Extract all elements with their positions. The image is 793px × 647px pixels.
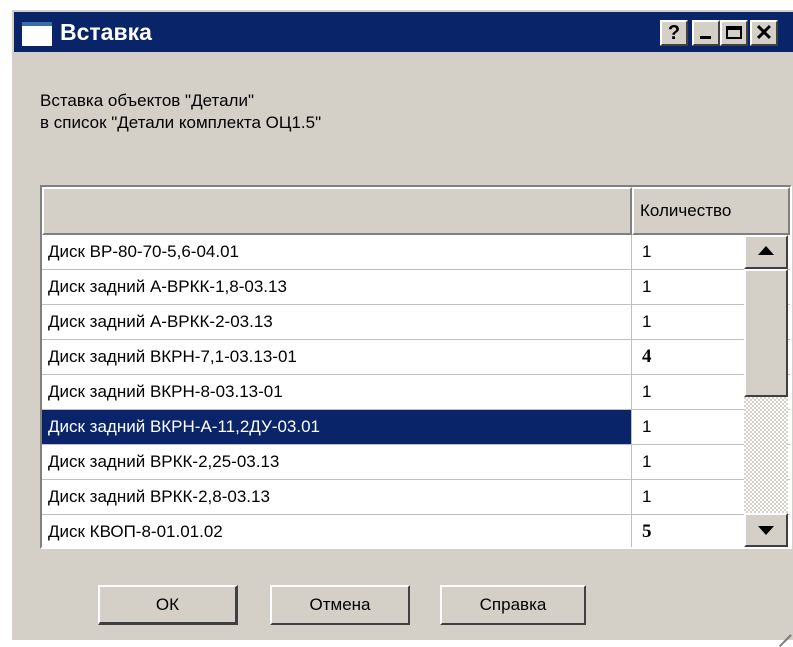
insert-dialog: Вставка ? ✕ Вставка объектов "Детали" в … [10,8,793,647]
list-row[interactable]: Диск задний ВКРН-8-03.13-01 1 [42,375,790,410]
row-name: Диск задний ВРКК-2,8-03.13 [42,480,632,514]
row-quantity[interactable]: 1 [632,235,742,269]
help-button[interactable]: Справка [440,585,586,625]
row-quantity[interactable]: 4 [632,340,742,374]
minimize-button[interactable] [692,20,720,46]
list-row[interactable]: Диск задний ВКРН-7,1-03.13-01 4 [42,340,790,375]
list-rows: Диск ВР-80-70-5,6-04.01 1 Диск задний А-… [42,235,790,547]
row-quantity[interactable]: 1 [632,375,742,409]
window-title: Вставка [60,19,152,45]
scroll-up-button[interactable] [744,235,788,269]
title-bar[interactable]: Вставка ? ✕ [14,12,793,52]
row-name: Диск задний ВКРН-7,1-03.13-01 [42,340,632,374]
list-row[interactable]: Диск задний ВРКК-2,8-03.13 1 [42,480,790,515]
info-line-1: Вставка объектов "Детали" [40,91,254,110]
row-name: Диск задний ВКРН-8-03.13-01 [42,375,632,409]
row-name: Диск задний ВКРН-А-11,2ДУ-03.01 [42,410,632,444]
vertical-scrollbar[interactable] [744,235,788,547]
row-name: Диск задний ВРКК-2,25-03.13 [42,445,632,479]
list-header: Количество [42,187,790,235]
list-row-selected[interactable]: Диск задний ВКРН-А-11,2ДУ-03.01 1 [42,410,790,445]
arrow-down-icon [758,526,774,535]
list-row[interactable]: Диск ВР-80-70-5,6-04.01 1 [42,235,790,270]
ok-button[interactable]: ОК [98,585,238,625]
maximize-icon [726,26,742,39]
row-quantity[interactable]: 5 [632,515,742,547]
row-quantity[interactable]: 1 [632,480,742,514]
arrow-up-icon [758,246,774,255]
minimize-icon [700,36,711,39]
row-quantity[interactable]: 1 [632,410,742,444]
list-row[interactable]: Диск задний А-ВРКК-2-03.13 1 [42,305,790,340]
maximize-button[interactable] [720,20,748,46]
scroll-down-button[interactable] [744,513,788,547]
close-button[interactable]: ✕ [750,20,778,46]
row-quantity[interactable]: 1 [632,305,742,339]
row-name: Диск задний А-ВРКК-2-03.13 [42,305,632,339]
row-name: Диск ВР-80-70-5,6-04.01 [42,235,632,269]
scroll-thumb[interactable] [744,269,788,397]
column-header-name[interactable] [42,187,632,235]
help-caption-button[interactable]: ? [660,20,688,46]
list-row[interactable]: Диск задний А-ВРКК-1,8-03.13 1 [42,270,790,305]
window-icon [22,22,52,46]
column-header-quantity[interactable]: Количество [632,187,790,235]
info-line-2: в список "Детали комплекта ОЦ1.5" [40,113,322,132]
row-quantity[interactable]: 1 [632,445,742,479]
parts-list[interactable]: Количество Диск ВР-80-70-5,6-04.01 1 Дис… [40,185,792,549]
insert-description: Вставка объектов "Детали" в список "Дета… [40,90,321,134]
resize-grip[interactable] [773,620,792,647]
row-name: Диск КВОП-8-01.01.02 [42,515,632,547]
row-name: Диск задний А-ВРКК-1,8-03.13 [42,270,632,304]
list-row[interactable]: Диск КВОП-8-01.01.02 5 [42,515,790,547]
cancel-button[interactable]: Отмена [270,585,410,625]
row-quantity[interactable]: 1 [632,270,742,304]
list-row[interactable]: Диск задний ВРКК-2,25-03.13 1 [42,445,790,480]
